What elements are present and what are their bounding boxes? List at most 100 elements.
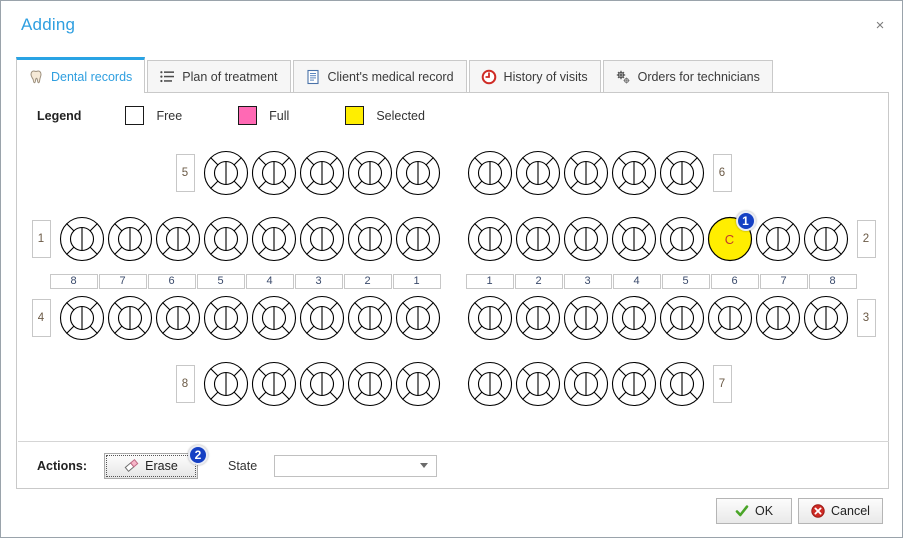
tooth-icon xyxy=(659,216,704,262)
tooth-icon xyxy=(107,295,152,341)
tooth-icon xyxy=(299,361,344,407)
tooth[interactable] xyxy=(562,360,610,408)
tooth[interactable] xyxy=(250,294,298,342)
tooth[interactable] xyxy=(394,149,442,197)
tooth[interactable] xyxy=(58,215,106,263)
tooth-number: 6 xyxy=(147,273,196,289)
tooth[interactable] xyxy=(202,215,250,263)
tooth[interactable] xyxy=(562,294,610,342)
tooth[interactable] xyxy=(610,294,658,342)
ok-button[interactable]: OK xyxy=(716,498,792,524)
tooth[interactable] xyxy=(346,149,394,197)
erase-step-badge: 2 xyxy=(188,444,208,465)
tooth[interactable] xyxy=(562,149,610,197)
tooth[interactable] xyxy=(610,149,658,197)
tooth-icon xyxy=(395,295,440,341)
tooth[interactable] xyxy=(298,294,346,342)
tooth[interactable] xyxy=(250,149,298,197)
tooth-icon xyxy=(347,361,392,407)
tooth[interactable] xyxy=(466,149,514,197)
tooth[interactable] xyxy=(394,360,442,408)
tab-client-s-medical-record[interactable]: Client's medical record xyxy=(292,60,467,93)
tooth-icon xyxy=(299,216,344,262)
erase-button-label: Erase xyxy=(145,458,178,473)
legend-item-label: Full xyxy=(269,108,290,123)
tooth[interactable] xyxy=(658,215,706,263)
tooth[interactable] xyxy=(658,294,706,342)
tooth[interactable] xyxy=(610,360,658,408)
tooth[interactable] xyxy=(466,360,514,408)
tooth[interactable] xyxy=(106,294,154,342)
adding-dialog: Adding × Dental records Plan of treatment… xyxy=(0,0,903,538)
tab-label: Dental records xyxy=(51,69,133,84)
erase-button[interactable]: Erase 2 xyxy=(104,444,208,479)
tooth[interactable] xyxy=(658,360,706,408)
tooth[interactable] xyxy=(298,149,346,197)
tooth[interactable] xyxy=(202,149,250,197)
tooth[interactable] xyxy=(58,294,106,342)
tooth-icon xyxy=(251,295,296,341)
tooth[interactable] xyxy=(514,360,562,408)
tooth[interactable] xyxy=(562,215,610,263)
dental-records-panel: Legend Free Full Selected 561C124387876543… xyxy=(16,92,889,489)
cancel-button[interactable]: Cancel xyxy=(798,498,883,524)
tooth[interactable] xyxy=(154,215,202,263)
tooth-icon xyxy=(251,150,296,196)
tooth[interactable] xyxy=(706,294,754,342)
tooth[interactable] xyxy=(514,294,562,342)
tab-bar: Dental records Plan of treatment Client's … xyxy=(16,57,775,93)
tooth[interactable] xyxy=(466,215,514,263)
tooth[interactable] xyxy=(346,360,394,408)
tooth[interactable] xyxy=(250,360,298,408)
legend-swatch xyxy=(345,106,365,125)
tooth[interactable] xyxy=(106,215,154,263)
tooth[interactable] xyxy=(754,294,802,342)
tooth[interactable] xyxy=(466,294,514,342)
tooth[interactable] xyxy=(394,215,442,263)
close-icon[interactable]: × xyxy=(870,16,890,36)
tab-orders-for-technicians[interactable]: Orders for technicians xyxy=(602,60,773,93)
tooth[interactable] xyxy=(298,360,346,408)
state-dropdown[interactable] xyxy=(274,454,438,477)
tooth-icon xyxy=(30,69,42,83)
tooth[interactable] xyxy=(154,294,202,342)
tooth[interactable] xyxy=(346,215,394,263)
tooth[interactable] xyxy=(202,294,250,342)
tab-history-of-visits[interactable]: History of visits xyxy=(468,60,601,93)
tooth-icon xyxy=(59,216,104,262)
tooth-icon xyxy=(203,361,248,407)
tooth-number: 7 xyxy=(98,273,147,289)
document-icon xyxy=(306,69,319,85)
tooth-number: 6 xyxy=(710,273,759,289)
tab-plan-of-treatment[interactable]: Plan of treatment xyxy=(147,60,291,93)
tooth-icon xyxy=(659,150,704,196)
tooth[interactable] xyxy=(802,294,850,342)
tooth[interactable]: C1 xyxy=(706,211,756,263)
tooth[interactable] xyxy=(298,215,346,263)
tooth-icon xyxy=(803,216,848,262)
tooth[interactable] xyxy=(202,360,250,408)
tooth-icon xyxy=(659,295,704,341)
tooth-icon xyxy=(395,216,440,262)
tooth-icon xyxy=(515,361,560,407)
tooth-icon xyxy=(611,150,656,196)
tooth-icon xyxy=(59,295,104,341)
tooth[interactable] xyxy=(754,215,802,263)
eraser-icon xyxy=(124,459,139,472)
tooth-icon xyxy=(803,295,848,341)
tooth[interactable] xyxy=(514,149,562,197)
tab-dental-records[interactable]: Dental records xyxy=(16,57,146,93)
tooth[interactable] xyxy=(802,215,850,263)
tooth[interactable] xyxy=(610,215,658,263)
tooth[interactable] xyxy=(658,149,706,197)
tooth[interactable] xyxy=(346,294,394,342)
tooth-row-lower-permanent: 43 xyxy=(17,294,890,342)
tooth[interactable] xyxy=(514,215,562,263)
tooth-number: 3 xyxy=(563,273,612,289)
tooth[interactable] xyxy=(250,215,298,263)
tooth-icon xyxy=(107,216,152,262)
tooth-number: 2 xyxy=(514,273,563,289)
tab-label: Plan of treatment xyxy=(182,70,278,84)
tooth[interactable] xyxy=(394,294,442,342)
